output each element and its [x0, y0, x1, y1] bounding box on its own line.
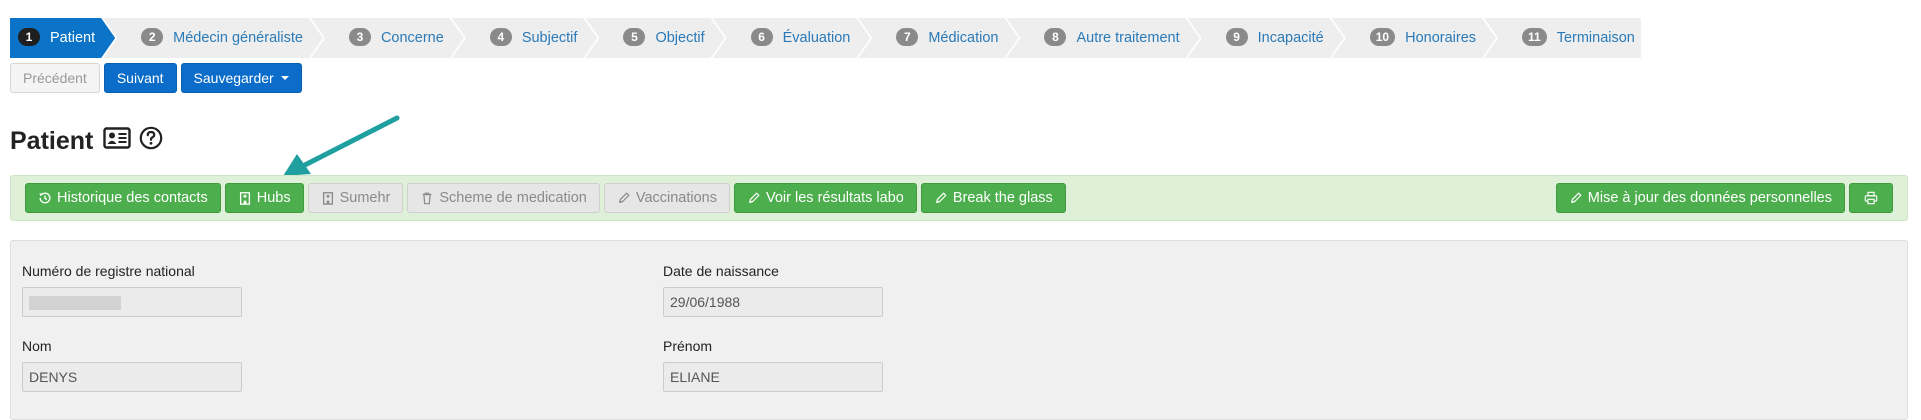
national-register-input[interactable] [22, 287, 242, 317]
step-label: Objectif [655, 30, 705, 46]
sumehr-button[interactable]: Sumehr [307, 183, 404, 213]
step-label: Médecin généraliste [173, 30, 303, 46]
national-register-label: Numéro de registre national [22, 263, 195, 279]
first-name-label: Prénom [663, 338, 713, 354]
birth-date-field-group: Date de naissance 29/06/1988 [663, 263, 883, 317]
step-terminaison[interactable]: 11 Terminaison [1484, 18, 1641, 58]
step-number: 6 [751, 28, 773, 46]
step-label: Terminaison [1556, 30, 1635, 46]
hubs-button[interactable]: Hubs [224, 183, 304, 213]
history-icon [39, 192, 51, 204]
wizard-nav: Précédent Suivant Sauvegarder [10, 63, 302, 93]
hospital-icon [322, 192, 333, 205]
step-number: 11 [1522, 28, 1547, 47]
step-number: 10 [1370, 28, 1395, 46]
action-toolbar: Historique des contacts Hubs Sumehr Sche… [10, 175, 1908, 221]
step-evaluation[interactable]: 6 Évaluation [713, 18, 871, 58]
first-name-field-group: Prénom ELIANE [663, 338, 883, 392]
lab-results-button[interactable]: Voir les résultats labo [734, 183, 917, 213]
last-name-field-group: Nom DENYS [22, 338, 242, 392]
next-button[interactable]: Suivant [103, 63, 177, 93]
page-title: Patient [10, 126, 163, 157]
step-number: 5 [623, 28, 645, 46]
pencil-icon [618, 192, 630, 203]
vaccinations-button[interactable]: Vaccinations [603, 183, 730, 213]
print-button[interactable] [1849, 183, 1893, 213]
step-patient[interactable]: 1 Patient [10, 18, 115, 58]
hubs-label: Hubs [256, 190, 291, 206]
caret-down-icon [280, 76, 289, 80]
step-incapacite[interactable]: 9 Incapacité [1188, 18, 1344, 58]
patient-form-panel: Numéro de registre national Date de nais… [10, 240, 1908, 420]
step-autre-traitement[interactable]: 8 Autre traitement [1006, 18, 1199, 58]
step-label: Évaluation [782, 30, 851, 46]
birth-date-input[interactable]: 29/06/1988 [663, 287, 883, 317]
save-label: Sauvegarder [193, 70, 274, 86]
step-label: Patient [50, 30, 96, 46]
step-medication[interactable]: 7 Médication [858, 18, 1018, 58]
step-label: Concerne [380, 30, 444, 46]
pencil-icon [749, 192, 760, 203]
print-icon [1864, 191, 1878, 205]
medication-scheme-button[interactable]: Scheme de medication [407, 183, 600, 213]
id-card-icon [103, 127, 132, 156]
step-label: Médication [928, 30, 999, 46]
step-medecin-generaliste[interactable]: 2 Médecin généraliste [103, 18, 323, 58]
step-concerne[interactable]: 3 Concerne [311, 18, 464, 58]
vaccinations-label: Vaccinations [635, 190, 717, 206]
step-number: 9 [1226, 28, 1248, 46]
step-subjectif[interactable]: 4 Subjectif [452, 18, 598, 58]
step-label: Subjectif [521, 30, 578, 46]
step-objectif[interactable]: 5 Objectif [585, 18, 724, 58]
last-name-input[interactable]: DENYS [22, 362, 242, 392]
redacted-value [29, 296, 121, 311]
trash-icon [422, 192, 432, 205]
annotation-arrow-icon [283, 115, 400, 176]
step-number: 1 [18, 28, 40, 46]
step-label: Autre traitement [1076, 30, 1180, 46]
step-number: 4 [490, 28, 512, 46]
break-the-glass-label: Break the glass [952, 190, 1053, 206]
step-number: 2 [141, 28, 163, 46]
pencil-icon [935, 192, 947, 203]
wizard-steps: 1 Patient 2 Médecin généraliste 3 Concerne … [10, 18, 1641, 58]
last-name-label: Nom [22, 338, 52, 354]
contact-history-label: Historique des contacts [57, 190, 208, 206]
sumehr-label: Sumehr [339, 190, 391, 206]
update-personal-data-button[interactable]: Mise à jour des données personnelles [1555, 183, 1845, 213]
step-label: Incapacité [1257, 30, 1324, 46]
step-label: Honoraires [1405, 30, 1477, 46]
first-name-input[interactable]: ELIANE [663, 362, 883, 392]
step-number: 7 [896, 28, 918, 46]
update-personal-data-label: Mise à jour des données personnelles [1587, 190, 1832, 206]
step-honoraires[interactable]: 10 Honoraires [1332, 18, 1496, 58]
pencil-icon [1570, 192, 1582, 203]
help-icon[interactable] [139, 126, 163, 157]
birth-date-label: Date de naissance [663, 263, 779, 279]
page-title-text: Patient [10, 127, 94, 155]
lab-results-label: Voir les résultats labo [766, 190, 904, 206]
step-number: 3 [349, 28, 371, 46]
save-dropdown-button[interactable]: Sauvegarder [180, 63, 302, 93]
previous-button[interactable]: Précédent [10, 63, 100, 93]
contact-history-button[interactable]: Historique des contacts [25, 183, 221, 213]
hospital-icon [239, 192, 250, 205]
medication-scheme-label: Scheme de medication [439, 190, 587, 206]
national-register-field-group: Numéro de registre national [22, 263, 242, 317]
step-number: 8 [1044, 28, 1066, 46]
break-the-glass-button[interactable]: Break the glass [920, 183, 1066, 213]
